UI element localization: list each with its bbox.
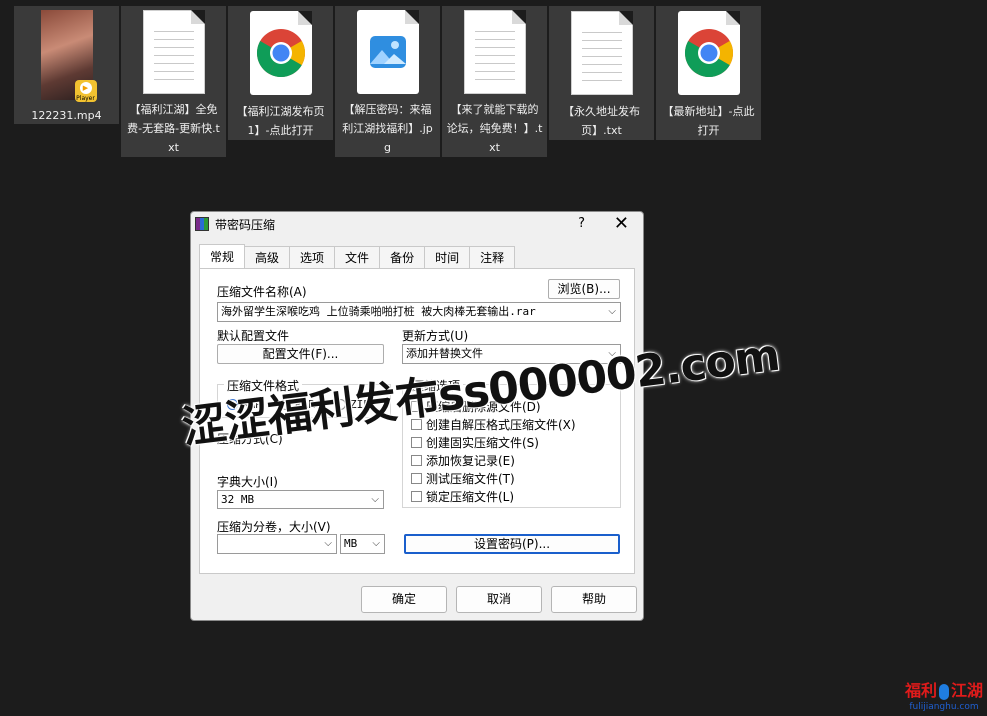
archive-name-combobox[interactable]: 海外留学生深喉吃鸡 上位骑乘啪啪打桩 被大肉棒无套输出.rar ⌵ (217, 302, 621, 322)
close-icon[interactable]: ✕ (614, 213, 629, 234)
option-recovery[interactable]: 添加恢复记录(E) (411, 452, 515, 469)
text-file-icon (570, 11, 633, 95)
chevron-down-icon[interactable]: ⌵ (608, 303, 616, 320)
tab-options[interactable]: 选项 (289, 246, 336, 269)
file-txt[interactable]: 【来了就能下载的论坛，纯免费！】.txt (442, 6, 547, 157)
dialog-title: 带密码压缩 (215, 217, 276, 232)
file-shortcut[interactable]: 【福利江湖发布页1】-点此打开 (228, 6, 333, 140)
dictionary-label: 字典大小(I) (217, 475, 278, 489)
archive-name-value: 海外留学生深喉吃鸡 上位骑乘啪啪打桩 被大肉棒无套输出.rar (221, 305, 536, 318)
mouse-icon (938, 683, 949, 700)
file-name: 【最新地址】-点此打开 (662, 105, 755, 137)
winrar-icon (195, 217, 209, 231)
file-name: 122231.mp4 (31, 109, 102, 122)
site-logo: 福利 江湖 fulijianghu.com (904, 681, 983, 712)
title-bar[interactable]: 带密码压缩 ? ✕ (191, 212, 643, 236)
chrome-icon (677, 11, 740, 95)
file-name: 【福利江湖】全免费-无套路-更新快.txt (127, 103, 220, 154)
file-name: 【永久地址发布页】.txt (563, 105, 640, 137)
update-mode-label: 更新方式(U) (402, 329, 469, 343)
chevron-down-icon[interactable]: ⌵ (324, 535, 332, 552)
ok-button[interactable]: 确定 (361, 586, 447, 613)
text-file-icon (463, 10, 526, 94)
player-badge-icon: ▶ Player (74, 80, 97, 102)
help-icon[interactable]: ? (578, 216, 585, 231)
file-txt[interactable]: 【永久地址发布页】.txt (549, 6, 654, 140)
dictionary-select[interactable]: 32 MB ⌵ (217, 490, 384, 509)
tab-general[interactable]: 常规 (199, 244, 246, 269)
tab-files[interactable]: 文件 (334, 246, 381, 269)
image-file-icon (356, 10, 419, 94)
file-jpg[interactable]: 【解压密码：来福利江湖找福利】.jpg (335, 6, 440, 157)
profile-button[interactable]: 配置文件(F)... (217, 344, 384, 364)
file-name: 【来了就能下载的论坛，纯免费！】.txt (446, 103, 543, 154)
file-name: 【解压密码：来福利江湖找福利】.jpg (342, 103, 433, 154)
file-txt[interactable]: 【福利江湖】全免费-无套路-更新快.txt (121, 6, 226, 157)
file-shortcut[interactable]: 【最新地址】-点此打开 (656, 6, 761, 140)
split-label: 压缩为分卷，大小(V) (217, 520, 331, 534)
chrome-icon (249, 11, 312, 95)
chevron-down-icon[interactable]: ⌵ (371, 491, 379, 508)
split-size-combobox[interactable]: ⌵ (217, 534, 337, 554)
tab-backup[interactable]: 备份 (379, 246, 426, 269)
default-profile-label: 默认配置文件 (217, 329, 290, 343)
tab-advanced[interactable]: 高级 (244, 246, 291, 269)
help-button[interactable]: 帮助 (551, 586, 637, 613)
split-unit-select[interactable]: MB ⌵ (340, 534, 385, 554)
option-lock[interactable]: 锁定压缩文件(L) (411, 488, 514, 505)
option-test[interactable]: 测试压缩文件(T) (411, 470, 515, 487)
archive-name-label: 压缩文件名称(A) (217, 285, 307, 299)
cancel-button[interactable]: 取消 (456, 586, 542, 613)
split-unit-value: MB (344, 537, 358, 550)
option-solid[interactable]: 创建固实压缩文件(S) (411, 434, 539, 451)
browse-button[interactable]: 浏览(B)... (548, 279, 620, 299)
text-file-icon (142, 10, 205, 94)
chevron-down-icon[interactable]: ⌵ (372, 535, 380, 552)
file-video[interactable]: ▶ Player 122231.mp4 (14, 6, 119, 124)
dictionary-value: 32 MB (221, 493, 255, 506)
tab-bar: 常规 高级 选项 文件 备份 时间 注释 (199, 244, 516, 269)
tab-time[interactable]: 时间 (424, 246, 471, 269)
file-name: 【福利江湖发布页1】-点此打开 (236, 105, 325, 137)
set-password-button[interactable]: 设置密码(P)... (404, 534, 620, 554)
tab-comment[interactable]: 注释 (469, 246, 516, 269)
video-thumbnail: ▶ Player (33, 10, 101, 102)
